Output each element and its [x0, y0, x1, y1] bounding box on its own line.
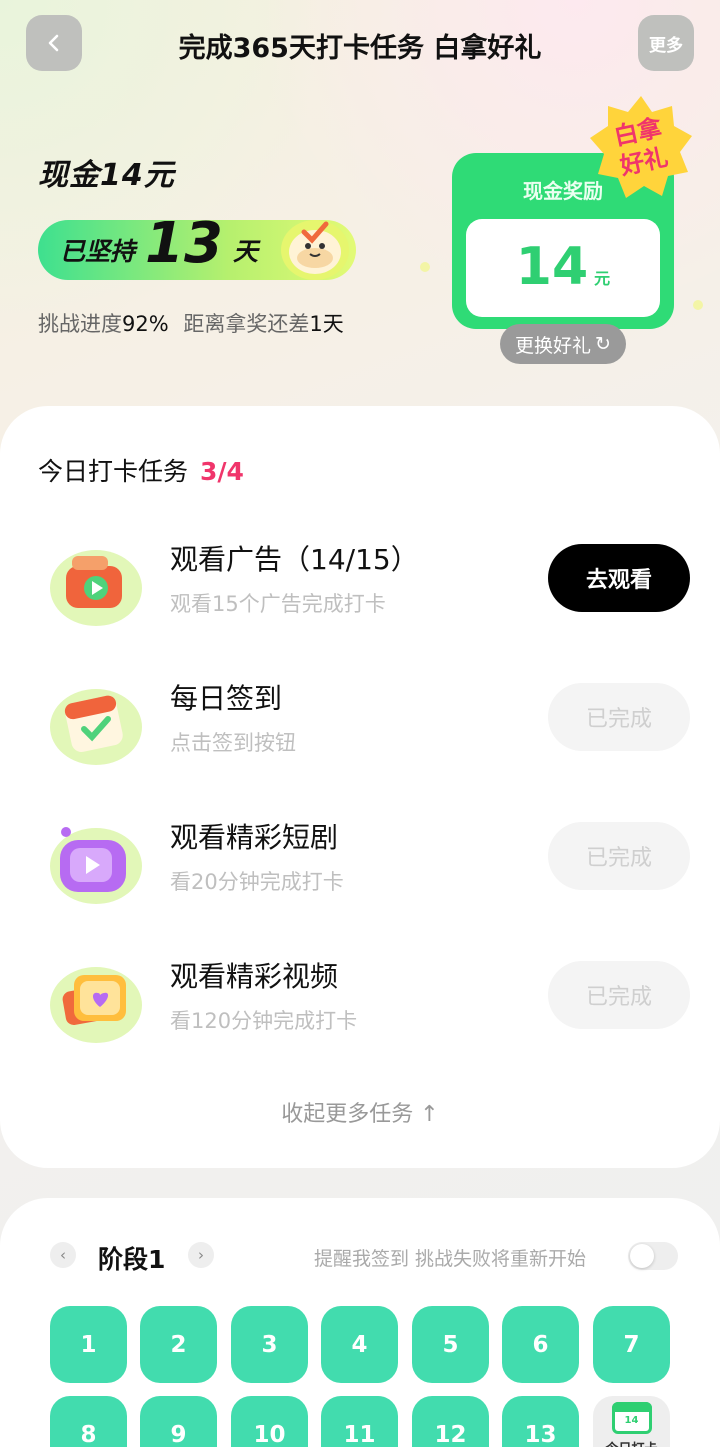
calendar-check-icon — [50, 689, 142, 765]
progress-text: 挑战进度92% 距离拿奖还差1天 — [38, 308, 344, 338]
tasks-header: 今日打卡任务 3/4 — [38, 452, 244, 488]
calendar-icon-text: 14 — [624, 1415, 639, 1426]
gift-badge-icon: 白拿 好礼 — [590, 96, 692, 198]
stage-next-button[interactable]: › — [188, 1242, 214, 1268]
sparkle-decoration — [420, 262, 430, 272]
day-cell[interactable]: 6 — [502, 1306, 579, 1383]
task-title: 观看精彩短剧 — [170, 821, 339, 854]
streak-days: 13 — [145, 210, 223, 276]
cash-reward-title: 现金14元 — [38, 158, 175, 193]
task-subtitle: 看120分钟完成打卡 — [170, 1009, 358, 1033]
reward-unit: 元 — [594, 269, 611, 288]
reward-amount: 14 — [515, 237, 589, 297]
stage-title: 阶段1 — [98, 1245, 166, 1274]
chevron-left-icon: ‹ — [60, 1246, 66, 1264]
tv-ad-icon — [50, 550, 142, 626]
task-subtitle: 观看15个广告完成打卡 — [170, 592, 386, 616]
reminder-text: 提醒我签到 挑战失败将重新开始 — [314, 1248, 587, 1270]
watch-ad-button[interactable]: 去观看 — [548, 544, 690, 612]
task-title: 每日签到 — [170, 682, 283, 715]
day-cell[interactable]: 12 — [412, 1396, 489, 1447]
day-cell[interactable]: 11 — [321, 1396, 398, 1447]
task-title: 观看精彩视频 — [170, 960, 339, 993]
tasks-count: 3/4 — [200, 457, 244, 486]
more-button[interactable]: 更多 — [638, 15, 694, 71]
task-done-button[interactable]: 已完成 — [548, 822, 690, 890]
remaining-value: 1天 — [309, 312, 344, 336]
progress-value: 92% — [122, 312, 169, 336]
task-subtitle: 看20分钟完成打卡 — [170, 870, 344, 894]
day-cell[interactable]: 13 — [502, 1396, 579, 1447]
calendar-icon: 14 — [611, 1402, 652, 1434]
today-checkin-label: 今日打卡 — [605, 1438, 657, 1447]
progress-label: 挑战进度 — [38, 312, 122, 336]
reminder-toggle[interactable] — [628, 1242, 678, 1270]
task-done-button[interactable]: 已完成 — [548, 961, 690, 1029]
short-drama-tv-icon — [50, 827, 142, 904]
stage-card: ‹ 阶段1 › 提醒我签到 挑战失败将重新开始 1 2 3 4 5 6 7 8 … — [0, 1198, 720, 1447]
day-cell[interactable]: 4 — [321, 1306, 398, 1383]
day-cell[interactable]: 9 — [140, 1396, 217, 1447]
swap-gift-label: 更换好礼 — [515, 334, 592, 357]
stage-prev-button[interactable]: ‹ — [50, 1242, 76, 1268]
sparkle-decoration — [693, 300, 703, 310]
collapse-tasks-link[interactable]: 收起更多任务 ↑ — [0, 1096, 720, 1128]
streak-pill: 已坚持 13 天 — [38, 211, 356, 280]
refresh-icon: ↻ — [595, 333, 611, 355]
task-row: 观看广告（14/15） 观看15个广告完成打卡 去观看 — [0, 538, 720, 658]
tasks-card: 今日打卡任务 3/4 观看广告（14/15） 观看15个广告完成打卡 去观看 每日… — [0, 406, 720, 1168]
day-cell[interactable]: 8 — [50, 1396, 127, 1447]
mascot-icon — [281, 220, 349, 280]
streak-prefix: 已坚持 — [60, 237, 136, 266]
day-cell[interactable]: 2 — [140, 1306, 217, 1383]
today-checkin-cell[interactable]: 14 今日打卡 — [593, 1396, 670, 1447]
task-done-button[interactable]: 已完成 — [548, 683, 690, 751]
task-subtitle: 点击签到按钮 — [170, 731, 296, 755]
reward-amount-box: 14 元 — [466, 219, 660, 317]
task-row: 每日签到 点击签到按钮 已完成 — [0, 677, 720, 797]
day-cell[interactable]: 5 — [412, 1306, 489, 1383]
toggle-knob — [630, 1244, 654, 1268]
chevron-right-icon: › — [198, 1246, 204, 1264]
day-cell[interactable]: 3 — [231, 1306, 308, 1383]
remaining-label: 距离拿奖还差 — [183, 312, 310, 336]
streak-suffix: 天 — [232, 237, 258, 266]
task-title: 观看广告（14/15） — [170, 543, 419, 576]
task-row: 观看精彩短剧 看20分钟完成打卡 已完成 — [0, 816, 720, 936]
page-title: 完成365天打卡任务 白拿好礼 — [178, 33, 542, 64]
tasks-header-label: 今日打卡任务 — [38, 457, 189, 486]
swap-gift-button[interactable]: 更换好礼 ↻ — [500, 324, 626, 364]
day-cell[interactable]: 7 — [593, 1306, 670, 1383]
task-row: 观看精彩视频 看120分钟完成打卡 已完成 — [0, 955, 720, 1075]
day-cell[interactable]: 1 — [50, 1306, 127, 1383]
video-heart-icon — [50, 967, 142, 1043]
day-cell[interactable]: 10 — [231, 1396, 308, 1447]
